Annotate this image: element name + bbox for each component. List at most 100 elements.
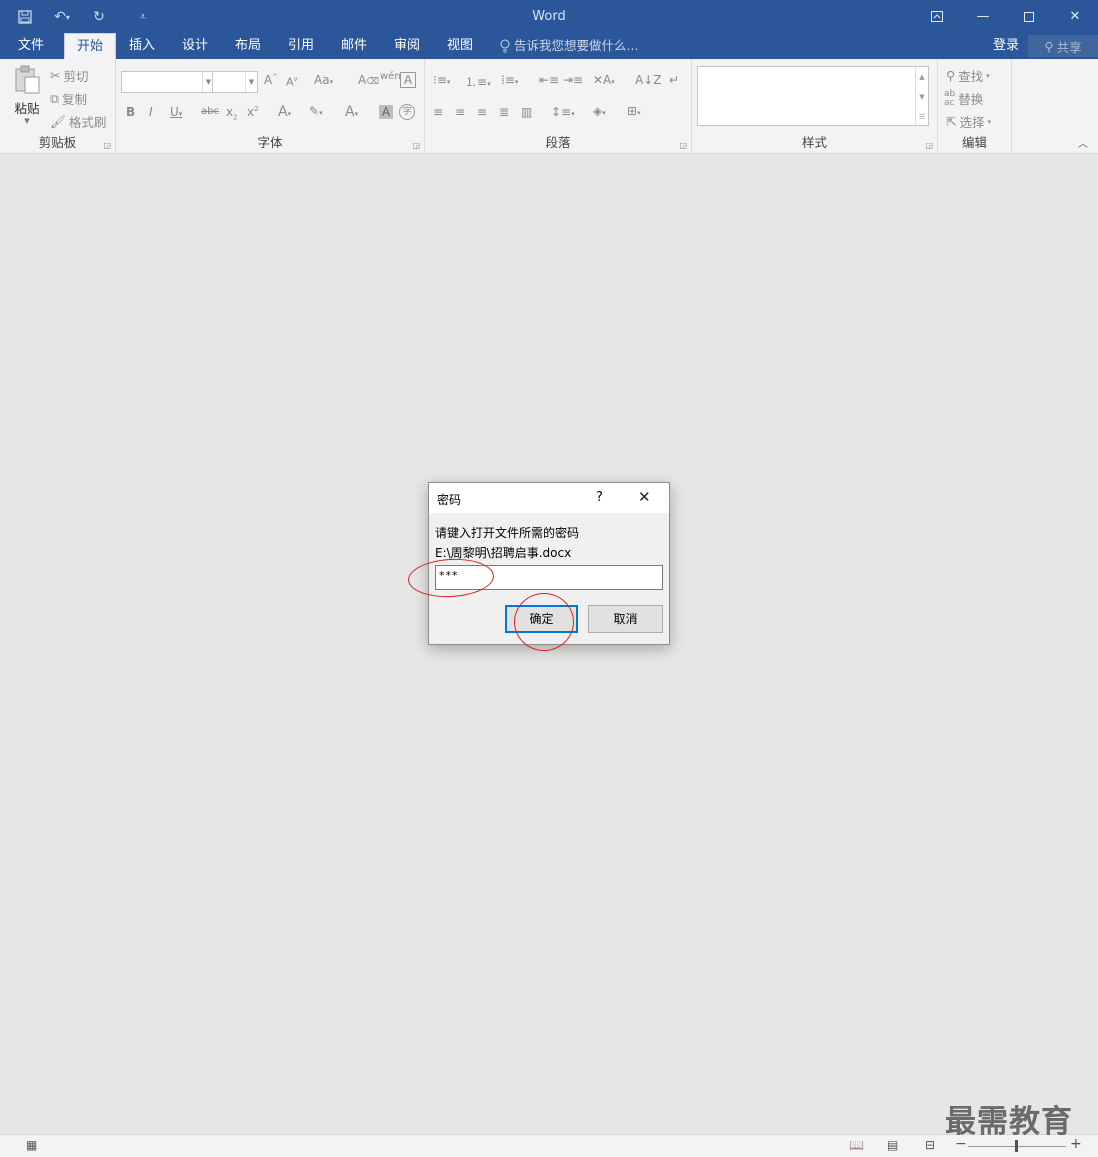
tell-me-box[interactable]: 告诉我您想要做什么... bbox=[500, 33, 638, 59]
phonetic-guide-icon[interactable]: wén bbox=[380, 71, 401, 82]
highlight-icon[interactable]: ✎▾ bbox=[309, 104, 323, 118]
person-icon: ⚲ bbox=[1044, 38, 1054, 54]
tab-review[interactable]: 审阅 bbox=[383, 33, 431, 59]
decrease-indent-icon[interactable]: ⇤≡ bbox=[539, 73, 559, 87]
find-label: 查找 bbox=[958, 69, 984, 84]
tab-home[interactable]: 开始 bbox=[64, 33, 116, 59]
show-formatting-marks-icon[interactable]: ↵ bbox=[669, 73, 679, 87]
dialog-title: 密码 bbox=[437, 493, 462, 507]
scroll-down-icon[interactable]: ▼ bbox=[915, 87, 928, 107]
share-button[interactable]: ⚲ 共享 bbox=[1028, 35, 1098, 57]
help-icon[interactable]: ? bbox=[596, 490, 603, 505]
dialog-launcher-icon[interactable]: ◲ bbox=[103, 141, 111, 150]
borders-icon[interactable]: ⊞▾ bbox=[627, 104, 641, 118]
sort-icon[interactable]: A↓Z bbox=[635, 73, 661, 87]
align-center-icon[interactable]: ≡ bbox=[455, 105, 465, 119]
increase-indent-icon[interactable]: ⇥≡ bbox=[563, 73, 583, 87]
find-button[interactable]: ⚲ 查找 ▾ bbox=[946, 66, 990, 85]
macro-record-icon[interactable]: ▦ bbox=[26, 1138, 37, 1152]
replace-label: 替换 bbox=[958, 92, 984, 107]
align-right-icon[interactable]: ≡ bbox=[477, 105, 487, 119]
character-border-icon[interactable]: A bbox=[400, 72, 416, 88]
close-icon[interactable]: ✕ bbox=[638, 488, 651, 506]
cancel-button[interactable]: 取消 bbox=[588, 605, 663, 633]
paste-button[interactable]: 粘贴 ▼ bbox=[8, 65, 46, 129]
align-left-icon[interactable]: ≡ bbox=[433, 105, 443, 119]
font-color-icon[interactable]: A▾ bbox=[345, 104, 358, 120]
paintbrush-icon: 🖌 bbox=[50, 113, 66, 129]
shrink-font-icon[interactable]: Av bbox=[286, 75, 298, 89]
tab-references[interactable]: 引用 bbox=[277, 33, 325, 59]
tab-insert[interactable]: 插入 bbox=[118, 33, 166, 59]
collapse-ribbon-icon[interactable]: ︿ bbox=[1078, 135, 1088, 150]
distributed-icon[interactable]: ▥ bbox=[521, 105, 532, 119]
copy-button[interactable]: ⧉ 复制 bbox=[50, 89, 87, 108]
copy-icon: ⧉ bbox=[50, 90, 59, 106]
italic-icon[interactable]: I bbox=[149, 105, 153, 119]
group-label-clipboard: 剪贴板 bbox=[38, 135, 77, 150]
tab-file[interactable]: 文件 bbox=[6, 33, 56, 59]
status-bar: ▦ 📖 ▤ ⊟ − + bbox=[0, 1134, 1098, 1157]
zoom-slider-thumb[interactable] bbox=[1015, 1140, 1018, 1152]
minimize-icon[interactable]: — bbox=[960, 0, 1006, 33]
tab-layout[interactable]: 布局 bbox=[224, 33, 272, 59]
bullets-icon[interactable]: ⁝≡▾ bbox=[433, 73, 450, 87]
close-icon[interactable]: ✕ bbox=[1052, 0, 1098, 33]
change-case-icon[interactable]: Aa▾ bbox=[314, 73, 333, 87]
styles-gallery[interactable]: ▲ ▼ ☰ bbox=[697, 66, 929, 127]
paste-icon bbox=[15, 65, 40, 94]
ribbon-display-options-icon[interactable] bbox=[914, 0, 960, 33]
group-label-paragraph: 段落 bbox=[545, 135, 571, 150]
font-name-combo[interactable]: ▼ bbox=[121, 71, 215, 93]
dialog-launcher-icon[interactable]: ◲ bbox=[925, 141, 933, 150]
dialog-launcher-icon[interactable]: ◲ bbox=[679, 141, 687, 150]
group-clipboard: 粘贴 ▼ ✂ 剪切 ⧉ 复制 🖌 格式刷 剪贴板 ◲ bbox=[0, 59, 116, 154]
group-label-font: 字体 bbox=[257, 135, 283, 150]
shading-icon[interactable]: ◈▾ bbox=[593, 104, 606, 118]
format-painter-button[interactable]: 🖌 格式刷 bbox=[50, 112, 106, 131]
clear-formatting-icon[interactable]: A⌫ bbox=[358, 73, 379, 87]
multilevel-list-icon[interactable]: ⁞≡▾ bbox=[501, 73, 518, 87]
chevron-down-icon: ▾ bbox=[986, 71, 990, 80]
maximize-icon[interactable] bbox=[1006, 0, 1052, 33]
font-size-combo[interactable]: ▼ bbox=[212, 71, 258, 93]
strikethrough-icon[interactable]: abc bbox=[201, 106, 219, 117]
chinese-layout-icon[interactable]: ✕A▾ bbox=[593, 73, 615, 87]
subscript-icon[interactable]: x2 bbox=[226, 105, 238, 121]
password-prompt: 请键入打开文件所需的密码 bbox=[435, 526, 580, 540]
read-mode-icon[interactable]: 📖 bbox=[849, 1138, 864, 1152]
chevron-down-icon: ▾ bbox=[987, 117, 992, 126]
enclose-characters-icon[interactable]: 字 bbox=[399, 104, 415, 120]
select-button[interactable]: ⇱ 选择 ▾ bbox=[946, 112, 991, 131]
ribbon: 粘贴 ▼ ✂ 剪切 ⧉ 复制 🖌 格式刷 剪贴板 ◲ ▼ ▼ A^ Av Aa▾ A⌫… bbox=[0, 59, 1098, 154]
login-link[interactable]: 登录 bbox=[993, 33, 1019, 59]
format-painter-label: 格式刷 bbox=[68, 115, 107, 130]
cut-button[interactable]: ✂ 剪切 bbox=[50, 66, 89, 85]
chevron-down-icon: ▼ bbox=[24, 117, 30, 125]
replace-button[interactable]: ab ac 替换 bbox=[944, 89, 983, 108]
gallery-more-icon[interactable]: ☰ bbox=[915, 107, 928, 127]
copy-label: 复制 bbox=[61, 92, 87, 107]
justify-icon[interactable]: ≣ bbox=[499, 105, 509, 119]
tab-design[interactable]: 设计 bbox=[171, 33, 219, 59]
web-layout-icon[interactable]: ⊟ bbox=[925, 1138, 935, 1152]
tab-mailings[interactable]: 邮件 bbox=[330, 33, 378, 59]
line-spacing-icon[interactable]: ↕≡▾ bbox=[551, 105, 575, 119]
numbering-icon[interactable]: ⒈≡▾ bbox=[465, 73, 491, 90]
character-shading-icon[interactable]: A bbox=[379, 105, 393, 119]
annotation-circle-ok bbox=[514, 593, 574, 651]
replace-icon: ab ac bbox=[944, 88, 956, 108]
tab-view[interactable]: 视图 bbox=[436, 33, 484, 59]
group-paragraph: ⁝≡▾ ⒈≡▾ ⁞≡▾ ⇤≡ ⇥≡ ✕A▾ A↓Z ↵ ≡ ≡ ≡ ≣ ▥ ↕≡… bbox=[425, 59, 692, 154]
group-label-editing: 编辑 bbox=[961, 135, 987, 150]
dialog-launcher-icon[interactable]: ◲ bbox=[412, 141, 420, 150]
underline-icon[interactable]: U▾ bbox=[170, 105, 182, 119]
bold-icon[interactable]: B bbox=[126, 105, 135, 119]
cursor-arrow-icon: ⇱ bbox=[946, 114, 957, 129]
text-effects-icon[interactable]: A▾ bbox=[278, 104, 291, 120]
print-layout-icon[interactable]: ▤ bbox=[887, 1138, 898, 1152]
scroll-up-icon[interactable]: ▲ bbox=[915, 67, 928, 87]
grow-font-icon[interactable]: A^ bbox=[264, 73, 278, 87]
group-font: ▼ ▼ A^ Av Aa▾ A⌫ wén A B I U▾ abc x2 x2 … bbox=[116, 59, 425, 154]
superscript-icon[interactable]: x2 bbox=[247, 105, 259, 119]
